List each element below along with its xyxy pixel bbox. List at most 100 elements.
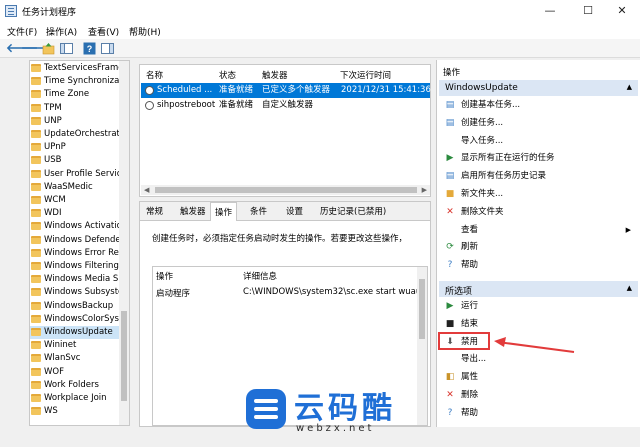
tree-item[interactable]: UpdateOrchestrato xyxy=(30,128,122,141)
task-list-horizontal-scrollbar[interactable]: ◀ ▶ xyxy=(141,185,430,195)
action-item[interactable]: ? 帮助 xyxy=(443,405,633,421)
folder-icon xyxy=(31,196,41,204)
tree-item[interactable]: WlanSvc xyxy=(30,352,122,365)
tree-item[interactable]: UPnP xyxy=(30,141,122,154)
tree-item[interactable]: Time Zone xyxy=(30,88,122,101)
grid-cell-detail[interactable]: C:\WINDOWS\system32\sc.exe start wuau xyxy=(243,287,421,297)
scroll-thumb[interactable] xyxy=(419,279,425,339)
tree-item[interactable]: Windows Error Rep xyxy=(30,247,122,260)
action-item[interactable]: ■ 新文件夹... xyxy=(443,186,633,202)
actions-grid-scrollbar[interactable] xyxy=(417,267,427,425)
tree-item[interactable]: WaaSMedic xyxy=(30,181,122,194)
delete-folder-icon: ✕ xyxy=(446,206,454,217)
scroll-left-arrow-icon[interactable]: ◀ xyxy=(144,186,149,194)
watermark-logo-icon xyxy=(246,389,286,429)
tab-settings[interactable]: 设置 xyxy=(286,205,303,217)
scroll-right-arrow-icon[interactable]: ▶ xyxy=(422,186,427,194)
tree-item[interactable]: Windows Defender xyxy=(30,234,122,247)
submenu-arrow-icon: ▶ xyxy=(625,225,631,234)
menu-file[interactable]: 文件(F) xyxy=(7,25,37,38)
tree-vertical-scrollbar[interactable] xyxy=(119,61,129,425)
forward-arrow-icon[interactable]: 🡒 xyxy=(21,42,53,55)
action-item[interactable]: ▶ 运行 xyxy=(443,298,633,314)
tree-item-label: WlanSvc xyxy=(44,353,81,364)
tree-item[interactable]: Windows Activation xyxy=(30,220,122,233)
tree-item[interactable]: User Profile Service xyxy=(30,168,122,181)
action-item[interactable]: ▤ 启用所有任务历史记录 xyxy=(443,168,633,184)
action-item[interactable]: ✕ 删除文件夹 xyxy=(443,204,633,220)
tree-item[interactable]: TPM xyxy=(30,102,122,115)
action-item[interactable]: ■ 结束 xyxy=(443,316,633,332)
tree-item[interactable]: Workplace Join xyxy=(30,392,122,405)
tree-item[interactable]: Windows Filtering F xyxy=(30,260,122,273)
menu-action[interactable]: 操作(A) xyxy=(46,25,77,38)
tree-item[interactable]: UNP xyxy=(30,115,122,128)
tree-item-label: Work Folders xyxy=(44,379,99,390)
task-scheduler-app-icon xyxy=(5,5,17,17)
tab-history[interactable]: 历史记录(已禁用) xyxy=(320,205,386,217)
tree-item[interactable]: WDI xyxy=(30,207,122,220)
menu-help[interactable]: 帮助(H) xyxy=(129,25,161,38)
show-hide-action-pane-icon[interactable] xyxy=(101,42,114,55)
action-item[interactable]: ◧ 属性 xyxy=(443,369,633,385)
tree-item[interactable]: WS xyxy=(30,405,122,418)
task-name: sihpostreboot xyxy=(157,100,215,110)
tree-item[interactable]: WOF xyxy=(30,366,122,379)
folder-icon xyxy=(31,341,41,350)
scroll-thumb[interactable] xyxy=(121,311,127,401)
delete-icon: ✕ xyxy=(446,390,454,400)
task-row[interactable]: sihpostreboot 准备就绪 自定义触发器 xyxy=(141,98,430,113)
action-item-label: 帮助 xyxy=(461,260,479,271)
minimize-button[interactable]: — xyxy=(532,0,568,22)
column-status[interactable]: 状态 xyxy=(219,69,236,81)
section-header-selected-item[interactable]: 所选项 ▲ xyxy=(439,281,638,297)
tree-item[interactable]: WindowsBackup xyxy=(30,300,122,313)
action-item[interactable]: ? 帮助 xyxy=(443,257,633,273)
section-header-windowsupdate[interactable]: WindowsUpdate ▲ xyxy=(439,80,638,96)
tab-triggers[interactable]: 触发器 xyxy=(180,205,206,217)
folder-icon xyxy=(31,209,41,218)
collapse-caret-icon[interactable]: ▲ xyxy=(627,83,632,91)
tree-item[interactable]: WindowsUpdate xyxy=(30,326,122,339)
action-item[interactable]: 查看 ▶ xyxy=(443,222,633,238)
tree-item[interactable]: WindowsColorSyste xyxy=(30,313,122,326)
export-icon xyxy=(445,354,455,364)
column-name[interactable]: 名称 xyxy=(146,69,163,81)
action-item[interactable]: 导入任务... xyxy=(443,133,633,149)
tree-item[interactable]: USB xyxy=(30,154,122,167)
tree-item[interactable]: TextServicesFrame xyxy=(30,62,122,75)
action-item[interactable]: 导出... xyxy=(443,351,633,367)
action-item[interactable]: ⟳ 刷新 xyxy=(443,239,633,255)
tree-item-label: UPnP xyxy=(44,142,66,153)
collapse-caret-icon[interactable]: ▲ xyxy=(627,284,632,292)
tree-item[interactable]: Windows Subsyster xyxy=(30,286,122,299)
column-next-run[interactable]: 下次运行时间 xyxy=(340,69,391,81)
close-button[interactable]: ✕ xyxy=(604,0,640,22)
action-item[interactable]: ✕ 删除 xyxy=(443,387,633,403)
action-item[interactable]: ▶ 显示所有正在运行的任务 xyxy=(443,150,633,166)
column-trigger[interactable]: 触发器 xyxy=(262,69,288,81)
up-folder-icon[interactable] xyxy=(42,42,55,55)
grid-header-detail[interactable]: 详细信息 xyxy=(243,270,277,282)
tree-item[interactable]: Work Folders xyxy=(30,379,122,392)
tree-item[interactable]: Time Synchronizati xyxy=(30,75,122,88)
grid-header-action[interactable]: 操作 xyxy=(156,270,173,282)
tree-item[interactable]: WCM xyxy=(30,194,122,207)
menu-view[interactable]: 查看(V) xyxy=(88,25,119,38)
tab-actions[interactable]: 操作 xyxy=(210,202,238,221)
tab-conditions[interactable]: 条件 xyxy=(250,205,267,217)
tree-item[interactable]: Windows Media Sh xyxy=(30,273,122,286)
grid-cell-action[interactable]: 启动程序 xyxy=(156,287,190,299)
back-arrow-icon[interactable]: 🡐 xyxy=(6,42,38,55)
action-item-label: 显示所有正在运行的任务 xyxy=(461,153,555,164)
show-hide-console-tree-icon[interactable] xyxy=(60,42,73,55)
folder-icon xyxy=(31,182,41,191)
scroll-thumb[interactable] xyxy=(155,187,417,193)
tree-item[interactable]: Wininet xyxy=(30,339,122,352)
task-row[interactable]: Scheduled ... 准备就绪 已定义多个触发器 2021/12/31 1… xyxy=(141,83,431,98)
help-icon[interactable]: ? xyxy=(83,42,96,55)
action-item[interactable]: ▤ 创建基本任务... xyxy=(443,97,633,113)
action-item[interactable]: ▤ 创建任务... xyxy=(443,115,633,131)
tab-general[interactable]: 常规 xyxy=(146,205,163,217)
maximize-button[interactable]: ☐ xyxy=(570,0,606,22)
